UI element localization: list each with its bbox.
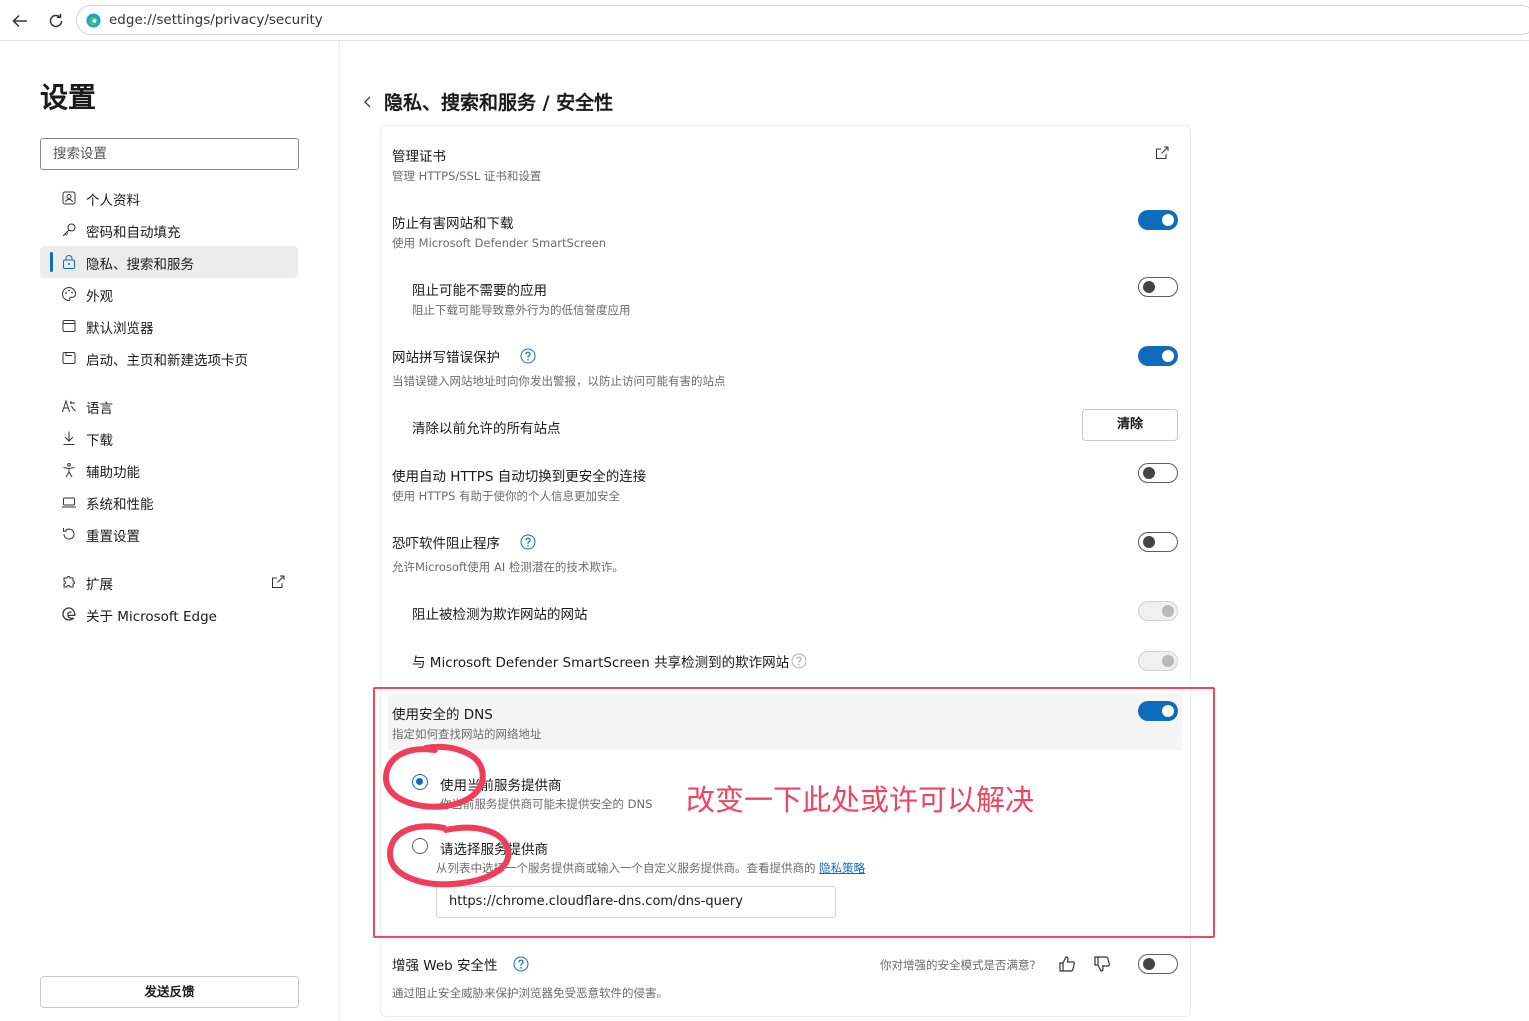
chevron-left-icon[interactable]: [362, 94, 374, 110]
enhanced-security-title: 增强 Web 安全性: [392, 958, 498, 974]
typo-protection-sub: 当错误键入网站地址时向你发出警报，以防止访问可能有害的站点: [392, 374, 726, 388]
edge-logo-icon: [86, 13, 101, 28]
back-button[interactable]: [7, 8, 33, 34]
clear-sites-title: 清除以前允许的所有站点: [412, 421, 561, 437]
block-scam-title: 阻止被检测为欺诈网站的网站: [412, 607, 588, 623]
sidebar-item-label: 语言: [86, 401, 113, 417]
browser-icon: [62, 320, 76, 332]
browser-toolbar: edge://settings/privacy/security: [0, 0, 1529, 41]
settings-sidebar: 设置 搜索设置 个人资料 密码和自动填充 隐私、搜索和服务 外观 默认浏览器 启…: [0, 41, 340, 1021]
accessibility-icon: [63, 463, 75, 478]
sidebar-item-label: 系统和性能: [86, 497, 154, 513]
external-link-icon[interactable]: [1154, 145, 1170, 161]
edge-icon: [62, 607, 76, 621]
enhanced-security-sub: 通过阻止安全威胁来保护浏览器免受恶意软件的侵害。: [392, 986, 668, 1000]
sidebar-item-default-browser[interactable]: 默认浏览器: [40, 310, 298, 342]
lock-icon: [63, 255, 75, 269]
download-icon: [63, 431, 75, 445]
thumbs-up-icon[interactable]: [1058, 955, 1076, 973]
typo-protection-title: 网站拼写错误保护: [392, 350, 500, 366]
key-icon: [62, 223, 76, 237]
send-feedback-button[interactable]: 发送反馈: [40, 976, 299, 1008]
scareware-sub: 允许Microsoft使用 AI 检测潜在的技术欺诈。: [392, 560, 624, 574]
smartscreen-title: 防止有害网站和下载: [392, 216, 514, 232]
annotation-text: 改变一下此处或许可以解决: [686, 783, 1035, 817]
typo-protection-toggle[interactable]: [1138, 346, 1178, 366]
sidebar-item-label: 关于 Microsoft Edge: [86, 609, 217, 625]
url-text: edge://settings/privacy/security: [109, 12, 323, 28]
help-icon[interactable]: [520, 534, 536, 550]
enhanced-security-toggle[interactable]: [1138, 954, 1178, 974]
refresh-icon: [49, 13, 63, 28]
arrow-left-icon: [12, 14, 27, 28]
page-title: 隐私、搜索和服务 / 安全性: [384, 92, 614, 114]
sidebar-item-startup[interactable]: 启动、主页和新建选项卡页: [40, 342, 298, 374]
sidebar-item-label: 个人资料: [86, 193, 140, 209]
sidebar-item-appearance[interactable]: 外观: [40, 278, 298, 310]
sidebar-item-label: 密码和自动填充: [86, 225, 181, 241]
clear-button[interactable]: 清除: [1082, 409, 1178, 441]
puzzle-icon: [63, 576, 75, 588]
auto-https-toggle[interactable]: [1138, 463, 1178, 483]
satisfaction-question: 你对增强的安全模式是否满意?: [880, 958, 1036, 972]
manage-certs-title[interactable]: 管理证书: [392, 145, 446, 165]
annotation-circle: [386, 823, 512, 888]
sidebar-item-label: 外观: [86, 289, 113, 305]
sidebar-item-about[interactable]: 关于 Microsoft Edge: [40, 598, 298, 630]
palette-icon: [62, 286, 76, 302]
sidebar-item-label: 扩展: [86, 577, 113, 593]
sidebar-item-privacy[interactable]: 隐私、搜索和服务: [40, 246, 298, 278]
block-pua-sub: 阻止下载可能导致意外行为的低信誉度应用: [412, 303, 631, 317]
sidebar-item-label: 默认浏览器: [86, 321, 154, 337]
search-settings-input[interactable]: 搜索设置: [40, 138, 299, 170]
smartscreen-sub: 使用 Microsoft Defender SmartScreen: [392, 236, 607, 250]
auto-https-title: 使用自动 HTTPS 自动切换到更安全的连接: [392, 469, 647, 485]
help-icon: [791, 653, 807, 669]
sidebar-item-system[interactable]: 系统和性能: [40, 486, 298, 518]
sidebar-item-reset[interactable]: 重置设置: [40, 518, 298, 550]
home-icon: [62, 352, 76, 364]
sidebar-item-label: 启动、主页和新建选项卡页: [86, 353, 248, 369]
share-scam-title: 与 Microsoft Defender SmartScreen 共享检测到的欺…: [412, 655, 790, 671]
sidebar-item-label: 下载: [86, 433, 113, 449]
settings-title: 设置: [40, 81, 97, 114]
sidebar-item-label: 辅助功能: [86, 465, 140, 481]
help-icon[interactable]: [520, 348, 536, 364]
language-icon: [62, 399, 76, 413]
sidebar-item-label: 重置设置: [86, 529, 140, 545]
smartscreen-toggle[interactable]: [1138, 210, 1178, 230]
auto-https-sub: 使用 HTTPS 有助于使你的个人信息更加安全: [392, 489, 621, 503]
thumbs-down-icon[interactable]: [1093, 955, 1111, 973]
block-pua-toggle[interactable]: [1138, 277, 1178, 297]
sidebar-item-language[interactable]: 语言: [40, 390, 298, 422]
sidebar-item-profile[interactable]: 个人资料: [40, 182, 298, 214]
annotation-circle: [382, 744, 486, 810]
help-icon[interactable]: [513, 956, 529, 972]
sidebar-item-downloads[interactable]: 下载: [40, 422, 298, 454]
sidebar-item-accessibility[interactable]: 辅助功能: [40, 454, 298, 486]
share-scam-toggle: [1138, 651, 1178, 671]
reset-icon: [63, 528, 75, 540]
refresh-button[interactable]: [43, 8, 69, 34]
sidebar-item-passwords[interactable]: 密码和自动填充: [40, 214, 298, 246]
profile-icon: [62, 191, 76, 205]
address-bar[interactable]: edge://settings/privacy/security: [76, 5, 1529, 35]
laptop-icon: [62, 497, 76, 508]
block-scam-toggle: [1138, 601, 1178, 621]
external-link-icon[interactable]: [270, 574, 286, 590]
sidebar-item-label: 隐私、搜索和服务: [86, 257, 194, 273]
sidebar-item-extensions[interactable]: 扩展: [40, 566, 298, 598]
block-pua-title: 阻止可能不需要的应用: [412, 283, 547, 299]
manage-certs-sub: 管理 HTTPS/SSL 证书和设置: [392, 169, 542, 183]
scareware-toggle[interactable]: [1138, 532, 1178, 552]
scareware-title: 恐吓软件阻止程序: [392, 536, 500, 552]
